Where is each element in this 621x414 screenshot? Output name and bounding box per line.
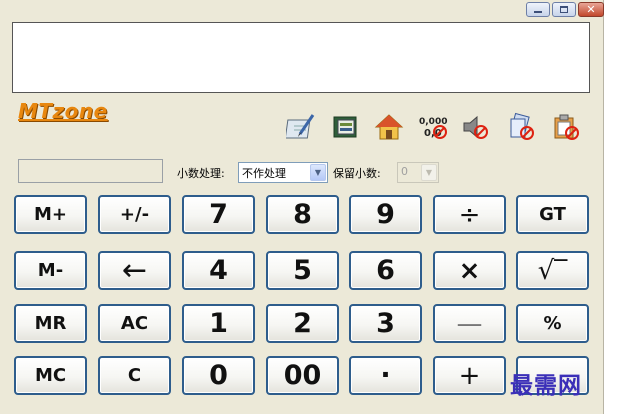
memory-recall-button[interactable]: MR	[14, 304, 87, 343]
digit-2-button[interactable]: 2	[266, 304, 339, 343]
keep-decimals-label: 保留小数:	[333, 167, 381, 180]
sound-off-icon[interactable]	[459, 112, 491, 142]
chevron-down-icon: ▼	[421, 164, 437, 181]
decimal-mode-label: 小数处理:	[177, 167, 225, 180]
memory-clear-button[interactable]: MC	[14, 356, 87, 395]
memory-subtract-button[interactable]: M-	[14, 251, 87, 290]
digit-0-button[interactable]: 0	[182, 356, 255, 395]
percent-button[interactable]: %	[516, 304, 589, 343]
copy-disabled-icon[interactable]	[505, 112, 537, 142]
note-edit-icon[interactable]	[286, 112, 318, 142]
book-icon[interactable]	[330, 112, 362, 142]
decimal-mode-select[interactable]: 不作处理 ▼	[238, 162, 328, 183]
sign-toggle-button[interactable]: +/-	[98, 195, 171, 234]
digit-8-button[interactable]: 8	[266, 195, 339, 234]
keep-decimals-value: 0	[401, 165, 408, 178]
home-icon[interactable]	[373, 112, 405, 142]
memory-indicator	[18, 159, 163, 183]
minus-button[interactable]: —	[433, 304, 506, 343]
all-clear-button[interactable]: AC	[98, 304, 171, 343]
minimize-button[interactable]	[526, 2, 550, 17]
keep-decimals-select[interactable]: 0 ▼	[397, 162, 439, 183]
grand-total-button[interactable]: GT	[516, 195, 589, 234]
square-root-button[interactable]: √‾	[516, 251, 589, 290]
svg-text:0,000: 0,000	[419, 117, 447, 127]
memory-add-button[interactable]: M+	[14, 195, 87, 234]
close-icon: ✕	[586, 3, 596, 16]
backspace-button[interactable]: ←	[98, 251, 171, 290]
paste-disabled-icon[interactable]	[550, 112, 582, 142]
calculator-window: ✕ MTzone 0,000 0,0 小数处理: 不作处理 ▼ 保留小数: 0 ▼…	[0, 0, 604, 414]
app-logo: MTzone	[18, 99, 108, 123]
digit-4-button[interactable]: 4	[182, 251, 255, 290]
close-button[interactable]: ✕	[578, 2, 604, 17]
digit-6-button[interactable]: 6	[349, 251, 422, 290]
digit-5-button[interactable]: 5	[266, 251, 339, 290]
digit-1-button[interactable]: 1	[182, 304, 255, 343]
decimal-point-button[interactable]: ·	[349, 356, 422, 395]
decimal-mode-value: 不作处理	[242, 167, 286, 180]
double-zero-button[interactable]: 00	[266, 356, 339, 395]
chevron-down-icon[interactable]: ▼	[310, 164, 326, 181]
watermark-text: 最需网	[510, 372, 582, 399]
digit-7-button[interactable]: 7	[182, 195, 255, 234]
title-bar: ✕	[0, 0, 604, 18]
multiply-button[interactable]: ×	[433, 251, 506, 290]
minimize-icon	[534, 11, 542, 13]
clear-button[interactable]: C	[98, 356, 171, 395]
digit-9-button[interactable]: 9	[349, 195, 422, 234]
plus-button[interactable]: +	[433, 356, 506, 395]
number-format-icon[interactable]: 0,000 0,0	[416, 112, 448, 142]
divide-button[interactable]: ÷	[433, 195, 506, 234]
maximize-icon	[560, 6, 568, 13]
digit-3-button[interactable]: 3	[349, 304, 422, 343]
result-display	[12, 22, 590, 93]
maximize-button[interactable]	[552, 2, 576, 17]
